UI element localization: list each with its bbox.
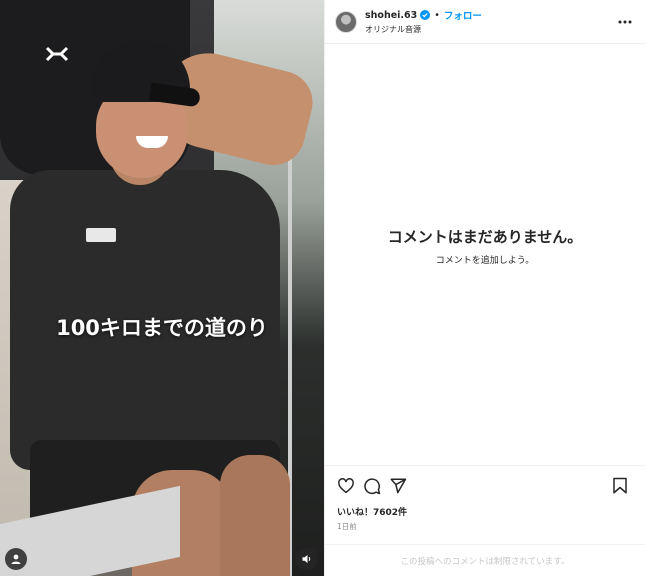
tagged-users-button[interactable] bbox=[5, 548, 27, 570]
post-modal: 100キロまでの道のり shohei.63 • フォロー オリジナル音源 コメン… bbox=[0, 0, 645, 576]
user-icon bbox=[11, 554, 21, 564]
avatar[interactable] bbox=[335, 10, 357, 33]
follow-button[interactable]: フォロー bbox=[444, 8, 482, 22]
more-options-button[interactable] bbox=[617, 14, 633, 30]
no-comments-title: コメントはまだありません。 bbox=[387, 227, 583, 246]
bookmark-icon bbox=[613, 477, 627, 493]
action-bar bbox=[325, 465, 645, 505]
post-header: shohei.63 • フォロー オリジナル音源 bbox=[325, 0, 645, 44]
like-button[interactable] bbox=[335, 475, 357, 497]
post-timestamp[interactable]: 1日前 bbox=[325, 518, 645, 532]
heart-icon bbox=[338, 477, 354, 493]
post-sidebar: shohei.63 • フォロー オリジナル音源 コメントはまだありません。 コ… bbox=[324, 0, 645, 576]
video-caption: 100キロまでの道のり bbox=[56, 316, 268, 340]
post-media[interactable]: 100キロまでの道のり bbox=[0, 0, 324, 576]
comment-button[interactable] bbox=[361, 475, 383, 497]
video-frame bbox=[0, 0, 324, 576]
shirt-tag bbox=[86, 228, 116, 242]
brand-logo bbox=[45, 46, 69, 62]
verified-badge-icon bbox=[420, 10, 431, 20]
share-icon bbox=[390, 478, 407, 493]
comments-area: コメントはまだありません。 コメントを追加しよう。 bbox=[325, 44, 645, 465]
mute-button[interactable] bbox=[296, 548, 318, 570]
speaker-icon bbox=[302, 555, 311, 563]
comments-restricted-notice: この投稿へのコメントは制限されています。 bbox=[325, 544, 645, 576]
comment-icon bbox=[364, 477, 381, 494]
like-count[interactable]: いいね！7602件 bbox=[325, 505, 645, 518]
more-icon bbox=[618, 20, 632, 23]
username-link[interactable]: shohei.63 bbox=[365, 10, 417, 21]
share-button[interactable] bbox=[387, 475, 409, 497]
audio-link[interactable]: オリジナル音源 bbox=[365, 24, 617, 35]
add-comment-prompt: コメントを追加しよう。 bbox=[435, 255, 535, 266]
separator-dot: • bbox=[434, 9, 440, 21]
save-button[interactable] bbox=[609, 475, 631, 497]
